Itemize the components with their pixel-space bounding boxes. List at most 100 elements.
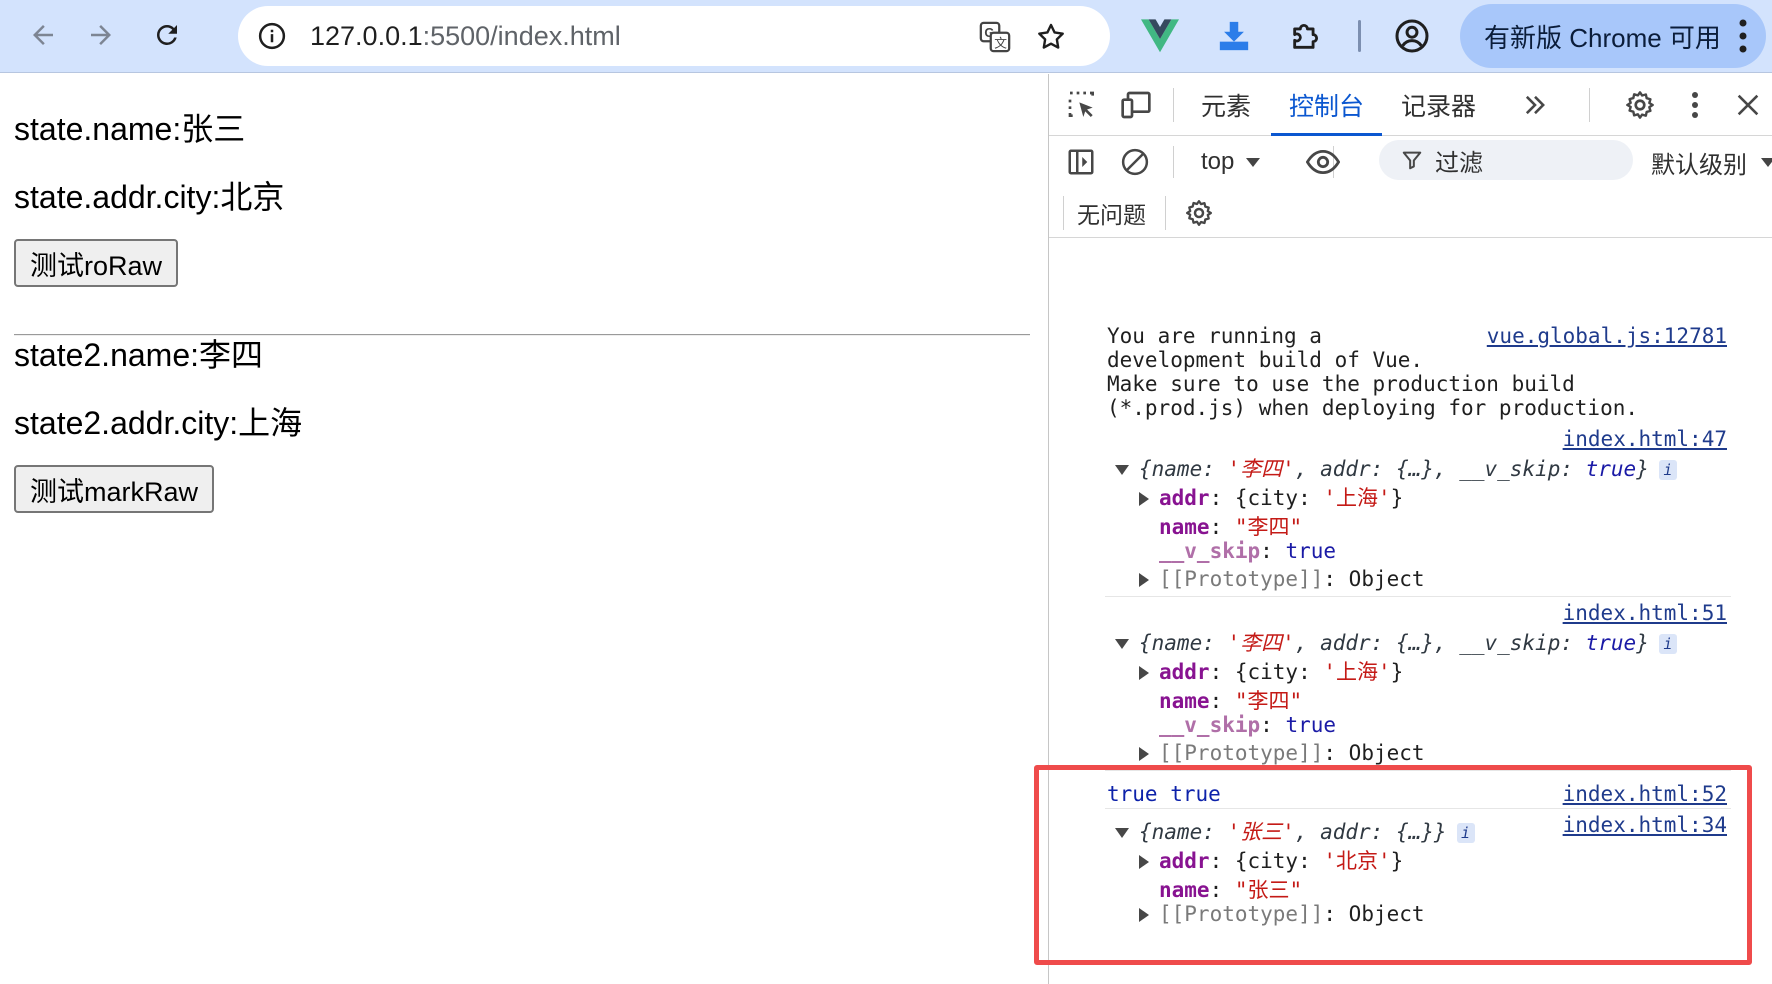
source-link[interactable]: vue.global.js:12781 (1487, 324, 1727, 348)
caret-down-icon (1761, 157, 1772, 167)
chrome-update-button[interactable]: 有新版 Chrome 可用 (1460, 4, 1766, 68)
state2-city-text: state2.addr.city:上海 (14, 405, 303, 441)
tab-separator (1173, 88, 1174, 122)
toggle-sidebar-button[interactable] (1063, 144, 1099, 180)
url-host: 127.0.0.1 (310, 21, 423, 51)
caret-down-icon (1246, 157, 1261, 167)
translate-button[interactable]: G文 (976, 18, 1014, 56)
forward-button[interactable] (78, 12, 124, 58)
source-link[interactable]: index.html:51 (1563, 601, 1727, 625)
sidebar-toggle-icon (1068, 149, 1094, 175)
issues-separator-2 (1165, 196, 1166, 230)
issues-bar: 无问题 (1049, 188, 1772, 238)
info-badge-icon[interactable]: i (1658, 634, 1677, 654)
url-path: :5500/index.html (422, 21, 621, 51)
reload-button[interactable] (144, 12, 190, 58)
toolbar-separator (1358, 20, 1361, 52)
devtools-menu-button[interactable] (1683, 86, 1707, 124)
expand-triangle-icon[interactable] (1115, 639, 1129, 649)
filter-icon (1402, 151, 1422, 170)
tab-console[interactable]: 控制台 (1270, 74, 1383, 136)
address-bar[interactable]: 127.0.0.1:5500/index.html G文 (238, 6, 1110, 66)
console-filter-input[interactable]: 过滤 (1379, 140, 1633, 180)
eye-icon (1306, 149, 1340, 175)
bookmark-button[interactable] (1032, 18, 1070, 56)
summary-addr: {…} (1395, 457, 1434, 481)
context-selector[interactable]: top (1201, 144, 1261, 180)
console-toolbar: top 过滤 默认级别 (1049, 136, 1772, 188)
account-circle-icon (1395, 19, 1429, 53)
log-level-label: 默认级别 (1651, 151, 1747, 179)
console-settings-button[interactable] (1181, 195, 1217, 231)
vue-warning-line-1: You are running a (1107, 324, 1322, 348)
back-button[interactable] (20, 12, 66, 58)
vue-warning-line-4: (*.prod.js) when deploying for productio… (1107, 396, 1639, 420)
profile-button[interactable] (1390, 14, 1434, 58)
close-icon (1737, 94, 1759, 116)
devtools-tabbar: 元素 控制台 记录器 (1049, 74, 1772, 136)
source-link[interactable]: index.html:47 (1563, 427, 1727, 451)
skip-value: true (1285, 713, 1337, 737)
collapsed-triangle-icon[interactable] (1139, 573, 1149, 587)
vue-warning-line-2: development build of Vue. (1107, 348, 1424, 372)
update-label: 有新版 Chrome 可用 (1484, 22, 1721, 53)
collapsed-triangle-icon[interactable] (1139, 747, 1149, 761)
live-expression-button[interactable] (1305, 144, 1341, 180)
tab-recorder[interactable]: 记录器 (1401, 74, 1476, 136)
name-value: "李四" (1234, 689, 1303, 713)
state-name-text: state.name:张三 (14, 111, 246, 147)
gear-icon (1626, 91, 1654, 119)
addr-city-value: '上海' (1323, 660, 1391, 684)
site-info-button[interactable] (252, 16, 292, 56)
addr-property[interactable]: addr: {city: '上海'} (1139, 482, 1403, 512)
expand-triangle-icon[interactable] (1115, 465, 1129, 475)
vue-devtools-extension[interactable] (1138, 14, 1182, 58)
state-city-text: state.addr.city:北京 (14, 179, 285, 215)
state2-name-text: state2.name:李四 (14, 337, 264, 373)
arrow-left-icon (33, 25, 53, 45)
more-tabs-button[interactable] (1517, 88, 1553, 122)
extensions-button[interactable] (1284, 14, 1328, 58)
issues-separator (1063, 196, 1064, 230)
tab-elements[interactable]: 元素 (1201, 74, 1251, 136)
collapsed-triangle-icon[interactable] (1139, 666, 1149, 680)
clear-console-button[interactable] (1117, 144, 1153, 180)
skip-value: true (1285, 539, 1337, 563)
devtools-settings-button[interactable] (1621, 86, 1659, 124)
download-extension[interactable] (1212, 14, 1256, 58)
vue-warning-line-3: Make sure to use the production build (1107, 372, 1575, 396)
object-summary[interactable]: {name: '李四', addr: {…}, __v_skip: true} i (1115, 627, 1677, 657)
kebab-menu-icon (1739, 19, 1747, 53)
context-label: top (1201, 148, 1235, 175)
message-separator (1105, 596, 1731, 597)
close-devtools-button[interactable] (1729, 86, 1767, 124)
block-icon (1121, 148, 1149, 176)
web-page: state.name:张三 state.addr.city:北京 测试roRaw… (0, 74, 1048, 984)
inspect-element-button[interactable] (1063, 86, 1101, 124)
prototype-property[interactable]: [[Prototype]]: Object (1139, 741, 1425, 765)
issues-counter[interactable]: 无问题 (1077, 196, 1146, 230)
reload-icon (157, 24, 177, 45)
test-markraw-button[interactable]: 测试markRaw (14, 465, 215, 513)
v-skip-property: __v_skip: true (1159, 539, 1337, 563)
info-icon (258, 22, 286, 50)
prototype-value: Object (1348, 567, 1425, 591)
prototype-property[interactable]: [[Prototype]]: Object (1139, 567, 1425, 591)
addr-city-value: '上海' (1323, 486, 1391, 510)
toolbar-separator (1173, 146, 1174, 178)
highlight-annotation-box (1034, 765, 1752, 965)
log-level-dropdown[interactable]: 默认级别 (1651, 144, 1772, 180)
collapsed-triangle-icon[interactable] (1139, 492, 1149, 506)
info-badge-icon[interactable]: i (1658, 460, 1677, 480)
arrow-right-icon (91, 25, 111, 45)
device-toolbar-button[interactable] (1117, 86, 1155, 124)
test-toraw-button[interactable]: 测试roRaw (14, 239, 179, 287)
addr-property[interactable]: addr: {city: '上海'} (1139, 656, 1403, 686)
translate-icon: G文 (979, 21, 1011, 53)
object-summary[interactable]: {name: '李四', addr: {…}, __v_skip: true} i (1115, 453, 1677, 483)
gear-icon (1186, 200, 1212, 226)
double-chevron-right-icon (1525, 95, 1545, 115)
device-icon (1121, 91, 1151, 119)
summary-skip: true (1585, 457, 1637, 481)
name-value: "李四" (1234, 515, 1303, 539)
